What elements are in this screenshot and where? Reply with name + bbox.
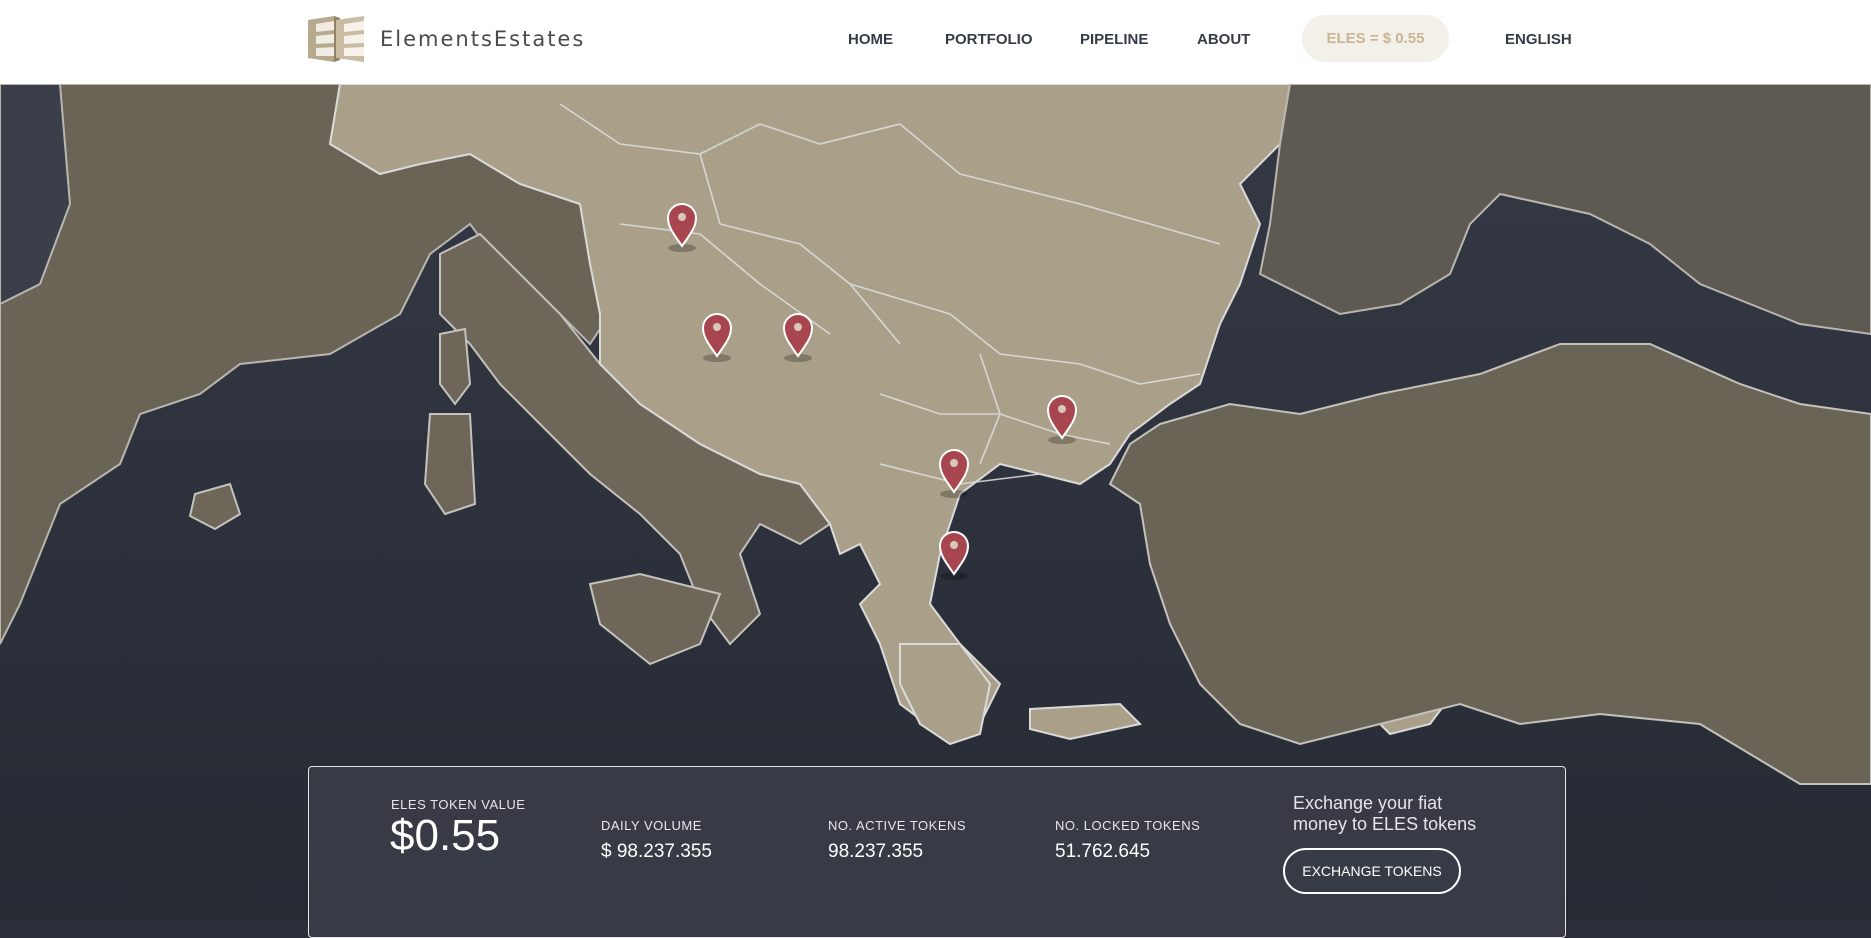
locked-tokens-value: 51.762.645 (1055, 841, 1151, 862)
logo-mark-icon (306, 16, 368, 62)
language-selector[interactable]: ENGLISH (1505, 31, 1572, 48)
token-price-label: ELES = $ 0.55 (1326, 30, 1425, 47)
daily-volume-value: $ 98.237.355 (601, 841, 712, 862)
active-tokens-label: NO. ACTIVE TOKENS (828, 818, 967, 833)
exchange-promo-text: Exchange your fiat money to ELES tokens (1293, 793, 1477, 834)
daily-volume-label: DAILY VOLUME (601, 818, 702, 833)
site-header: ElementsEstates HOME PORTFOLIO PIPELINE … (0, 0, 1871, 84)
brand-name: ElementsEstates (380, 27, 586, 51)
token-value: $0.55 (390, 811, 501, 860)
nav-about[interactable]: ABOUT (1197, 31, 1250, 48)
nav-portfolio[interactable]: PORTFOLIO (945, 31, 1033, 48)
logo[interactable]: ElementsEstates (306, 16, 585, 62)
nav-home[interactable]: HOME (848, 31, 893, 48)
token-value-label: ELES TOKEN VALUE (391, 797, 526, 812)
nav-pipeline[interactable]: PIPELINE (1080, 31, 1148, 48)
locked-tokens-label: NO. LOCKED TOKENS (1055, 818, 1201, 833)
token-stats-panel: ELES TOKEN VALUE $0.55 DAILY VOLUME $ 98… (308, 766, 1566, 938)
exchange-tokens-label: EXCHANGE TOKENS (1302, 863, 1442, 879)
exchange-tokens-button[interactable]: EXCHANGE TOKENS (1283, 848, 1461, 894)
active-tokens-value: 98.237.355 (828, 841, 924, 862)
token-price-badge[interactable]: ELES = $ 0.55 (1302, 15, 1449, 62)
